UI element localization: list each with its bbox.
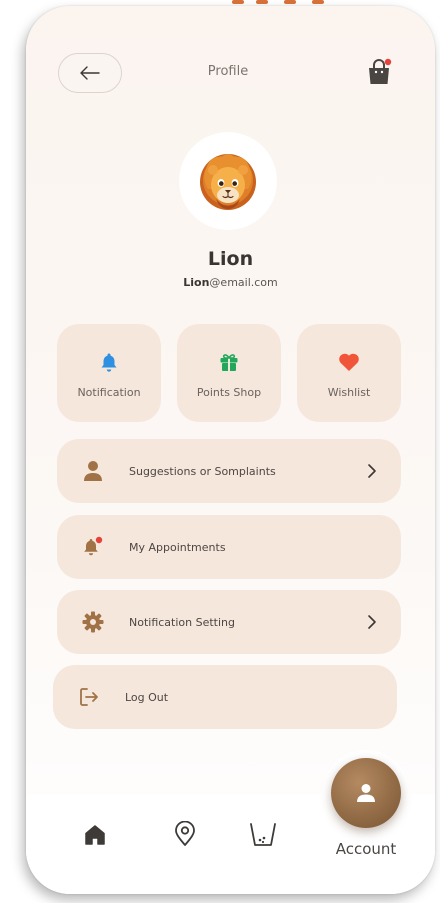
page-title: Profile	[207, 64, 249, 79]
gift-icon	[220, 354, 238, 371]
nav-cart[interactable]	[248, 820, 278, 850]
gear-icon	[82, 611, 104, 633]
shopping-bag-button[interactable]	[366, 58, 392, 86]
lion-face-icon	[200, 154, 256, 210]
logout-icon	[80, 688, 98, 706]
chevron-right-icon	[368, 464, 376, 478]
person-icon	[357, 784, 375, 802]
arrow-left-icon	[80, 66, 100, 80]
menu-item-logout[interactable]: Log Out	[53, 665, 397, 729]
menu-item-appointments[interactable]: My Appointments	[57, 515, 401, 579]
person-icon	[84, 461, 102, 481]
menu-item-label: Suggestions or Somplaints	[129, 464, 276, 478]
points-shop-card[interactable]: Points Shop	[177, 324, 281, 422]
shopping-bag-icon	[369, 58, 392, 84]
chevron-right-icon	[368, 615, 376, 629]
cart-icon	[250, 823, 276, 846]
location-pin-icon	[175, 821, 195, 846]
user-email: Lion@email.com	[26, 276, 435, 289]
nav-location[interactable]	[172, 820, 198, 848]
user-name: Lion	[207, 248, 254, 270]
phone-screen: Profile Lion Lion@email.com Notification…	[26, 6, 435, 894]
top-accent-marks	[232, 0, 342, 4]
notification-card[interactable]: Notification	[57, 324, 161, 422]
home-icon	[85, 825, 105, 845]
quick-action-label: Points Shop	[196, 386, 262, 399]
quick-action-label: Wishlist	[327, 386, 371, 399]
back-button[interactable]	[58, 53, 122, 93]
wishlist-card[interactable]: Wishlist	[297, 324, 401, 422]
bell-icon	[101, 353, 117, 372]
nav-account-label: Account	[335, 840, 397, 858]
quick-action-label: Notification	[77, 386, 141, 399]
menu-item-suggestions[interactable]: Suggestions or Somplaints	[57, 439, 401, 503]
menu-item-label: Notification Setting	[129, 615, 235, 629]
user-email-username: Lion	[183, 276, 210, 289]
menu-item-label: Log Out	[125, 690, 169, 704]
bell-dot-icon	[84, 536, 103, 556]
user-email-domain: @email.com	[209, 276, 278, 289]
heart-icon	[339, 353, 359, 371]
nav-home[interactable]	[82, 822, 108, 848]
menu-item-label: My Appointments	[129, 540, 226, 554]
menu-item-notification-setting[interactable]: Notification Setting	[57, 590, 401, 654]
account-button[interactable]	[331, 758, 401, 828]
avatar[interactable]	[179, 132, 277, 230]
